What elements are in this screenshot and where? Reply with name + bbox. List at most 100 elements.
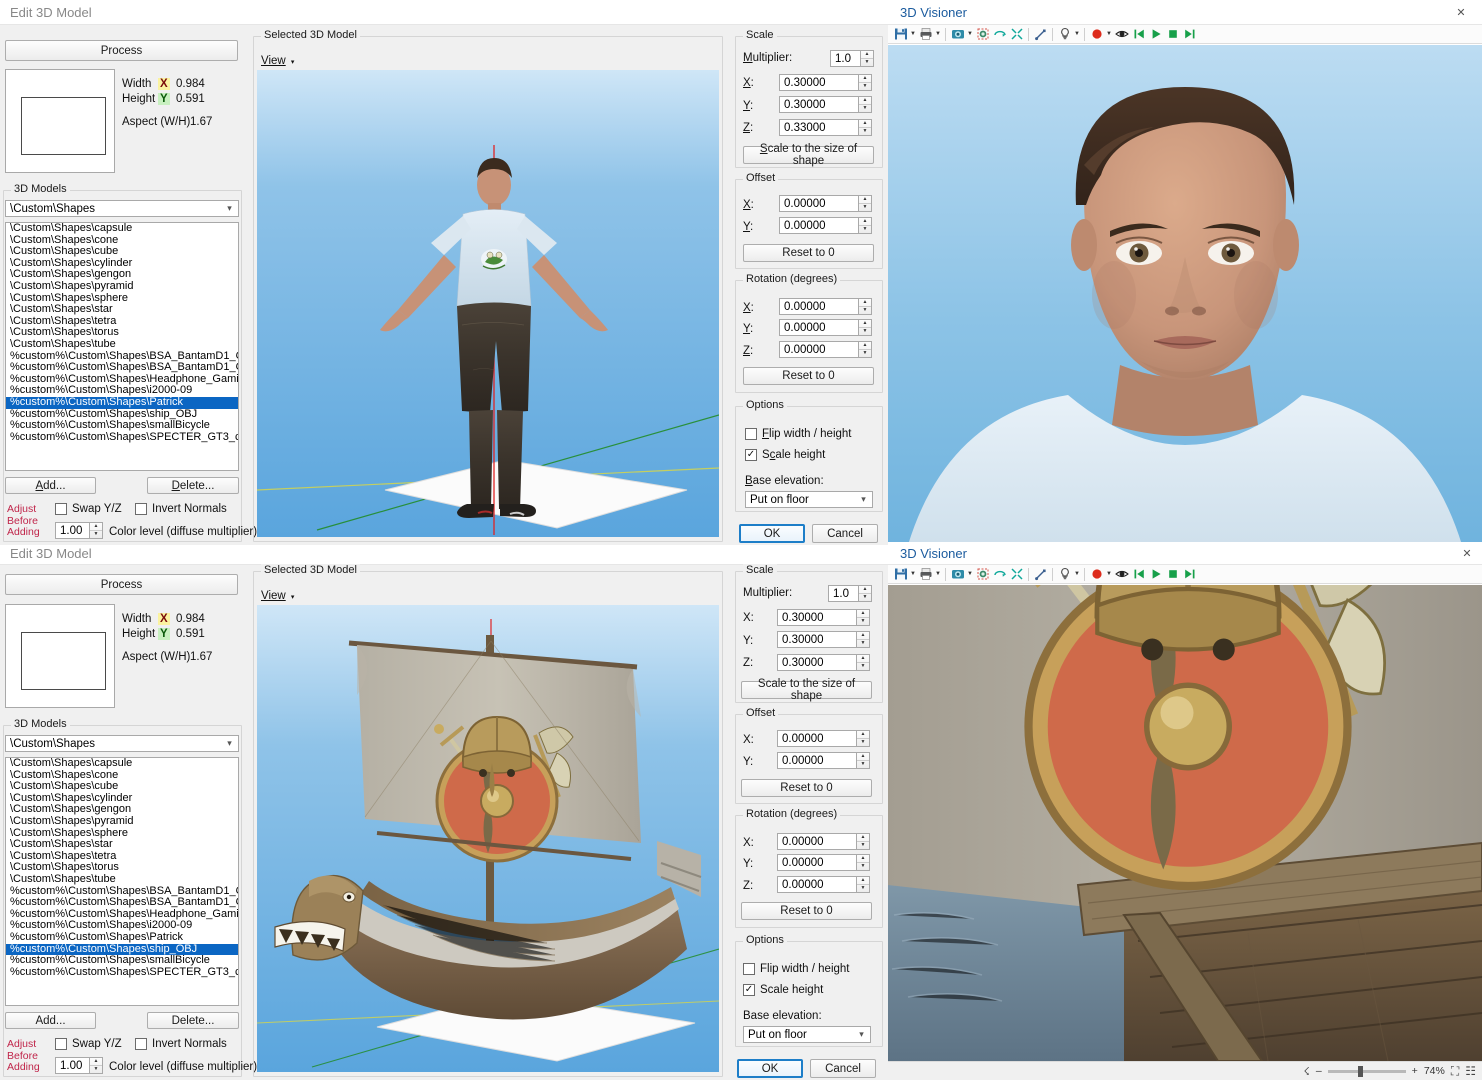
skip-end-icon[interactable] xyxy=(1181,26,1198,43)
process-button-bottom[interactable]: Process xyxy=(5,574,238,595)
scale-z-stepper-bottom[interactable]: ▲ ▼ xyxy=(857,654,870,671)
model-listbox-top[interactable]: \Custom\Shapes\capsule \Custom\Shapes\con… xyxy=(5,222,239,471)
stepper-up-icon[interactable]: ▲ xyxy=(859,342,871,350)
rot-z-input-bottom[interactable]: 0.00000 xyxy=(777,876,857,893)
stepper-up-icon[interactable]: ▲ xyxy=(857,834,869,842)
rot-x-input-bottom[interactable]: 0.00000 xyxy=(777,833,857,850)
scale-x-input-bottom[interactable]: 0.30000 xyxy=(777,609,857,626)
model-list-item[interactable]: %custom%\Custom\Shapes\Patrick xyxy=(6,396,238,409)
base-elevation-combo-top[interactable]: Put on floor ▾ xyxy=(745,491,873,508)
stepper-down-icon[interactable]: ▼ xyxy=(859,226,871,233)
zoom-out-button[interactable]: – xyxy=(1316,1065,1322,1077)
offset-x-stepper-bottom[interactable]: ▲ ▼ xyxy=(857,730,870,747)
invert-normals-checkbox-bottom[interactable]: Invert Normals xyxy=(135,1038,227,1050)
save-icon[interactable] xyxy=(892,26,909,43)
rot-z-stepper-bottom[interactable]: ▲ ▼ xyxy=(857,876,870,893)
swap-yz-checkbox-top[interactable]: Swap Y/Z xyxy=(55,503,122,515)
target-select-icon[interactable] xyxy=(974,26,991,43)
model-list-item[interactable]: %custom%\Custom\Shapes\smallBicycle xyxy=(6,954,238,967)
stepper-down-icon[interactable]: ▼ xyxy=(861,59,873,66)
rot-y-stepper-bottom[interactable]: ▲ ▼ xyxy=(857,854,870,871)
folder-combo-top[interactable]: \Custom\Shapes ▾ xyxy=(5,200,239,217)
stepper-down-icon[interactable]: ▼ xyxy=(90,531,102,538)
model-list-item[interactable]: %custom%\Custom\Shapes\SPECTER_GT3_chang… xyxy=(6,431,238,444)
stepper-up-icon[interactable]: ▲ xyxy=(859,586,871,594)
skip-start-icon[interactable] xyxy=(1130,26,1147,43)
dropdown-caret-icon[interactable]: ▼ xyxy=(966,26,974,43)
model-listbox-bottom[interactable]: \Custom\Shapes\capsule \Custom\Shapes\con… xyxy=(5,757,239,1006)
skip-end-icon[interactable] xyxy=(1181,566,1198,583)
skip-start-icon[interactable] xyxy=(1130,566,1147,583)
dropdown-caret-icon[interactable]: ▼ xyxy=(1073,26,1081,43)
model-list-item[interactable]: %custom%\Custom\Shapes\BSA_BantamD1_OBJ_… xyxy=(6,362,238,374)
flip-checkbox-bottom[interactable]: Flip width / height xyxy=(743,963,850,975)
add-model-button-top[interactable]: Add... xyxy=(5,477,96,494)
scale-y-input-bottom[interactable]: 0.30000 xyxy=(777,631,857,648)
zoom-in-button[interactable]: + xyxy=(1412,1065,1418,1077)
process-button-top[interactable]: Process xyxy=(5,40,238,61)
stepper-down-icon[interactable]: ▼ xyxy=(857,618,869,625)
stepper-up-icon[interactable]: ▲ xyxy=(859,218,871,226)
stepper-down-icon[interactable]: ▼ xyxy=(857,739,869,746)
stepper-up-icon[interactable]: ▲ xyxy=(857,655,869,663)
light-bulb-icon[interactable] xyxy=(1056,566,1073,583)
scale-height-checkbox-bottom[interactable]: ✓ Scale height xyxy=(743,984,823,996)
rot-y-stepper-top[interactable]: ▲ ▼ xyxy=(859,319,872,336)
dropdown-caret-icon[interactable]: ▼ xyxy=(909,566,917,583)
stepper-down-icon[interactable]: ▼ xyxy=(859,204,871,211)
dropdown-caret-icon[interactable]: ▼ xyxy=(1105,566,1113,583)
stepper-down-icon[interactable]: ▼ xyxy=(859,307,871,314)
eye-icon[interactable] xyxy=(1113,566,1130,583)
close-icon[interactable]: ✕ xyxy=(1456,542,1478,565)
eye-icon[interactable] xyxy=(1113,26,1130,43)
view-mode-icon[interactable]: ☇ xyxy=(1304,1065,1310,1078)
stepper-up-icon[interactable]: ▲ xyxy=(859,75,871,83)
cancel-button-bottom[interactable]: Cancel xyxy=(810,1059,876,1078)
stepper-down-icon[interactable]: ▼ xyxy=(859,105,871,112)
orbit-icon[interactable] xyxy=(991,26,1008,43)
model-list-item[interactable]: \Custom\Shapes\tube xyxy=(6,873,238,886)
flip-checkbox-top[interactable]: Flip width / height xyxy=(745,428,852,440)
offset-x-input-top[interactable]: 0.00000 xyxy=(779,195,859,212)
ok-button-bottom[interactable]: OK xyxy=(737,1059,803,1078)
multiplier-stepper-top[interactable]: ▲ ▼ xyxy=(861,50,874,67)
stepper-up-icon[interactable]: ▲ xyxy=(859,320,871,328)
stepper-down-icon[interactable]: ▼ xyxy=(857,842,869,849)
base-elevation-combo-bottom[interactable]: Put on floor ▾ xyxy=(743,1026,871,1043)
fit-width-icon[interactable]: ☷ xyxy=(1465,1064,1476,1078)
stepper-up-icon[interactable]: ▲ xyxy=(857,610,869,618)
scale-x-stepper-top[interactable]: ▲ ▼ xyxy=(859,74,872,91)
rot-y-input-top[interactable]: 0.00000 xyxy=(779,319,859,336)
multiplier-stepper-bottom[interactable]: ▲ ▼ xyxy=(859,585,872,602)
rotation-reset-button-bottom[interactable]: Reset to 0 xyxy=(741,902,872,920)
invert-normals-checkbox-top[interactable]: Invert Normals xyxy=(135,503,227,515)
ok-button-top[interactable]: OK xyxy=(739,524,805,543)
save-icon[interactable] xyxy=(892,566,909,583)
record-icon[interactable] xyxy=(1088,566,1105,583)
rot-x-input-top[interactable]: 0.00000 xyxy=(779,298,859,315)
dropdown-caret-icon[interactable]: ▼ xyxy=(909,26,917,43)
dropdown-caret-icon[interactable]: ▼ xyxy=(934,26,942,43)
scale-y-input-top[interactable]: 0.30000 xyxy=(779,96,859,113)
model-list-item[interactable]: %custom%\Custom\Shapes\BSA_BantamD1_OBJ_… xyxy=(6,897,238,909)
scale-z-input-top[interactable]: 0.33000 xyxy=(779,119,859,136)
delete-model-button-bottom[interactable]: Delete... xyxy=(147,1012,239,1029)
stepper-up-icon[interactable]: ▲ xyxy=(857,877,869,885)
color-level-input-top[interactable]: 1.00 xyxy=(55,522,90,539)
dropdown-caret-icon[interactable]: ▼ xyxy=(966,566,974,583)
color-level-stepper-bottom[interactable]: ▲ ▼ xyxy=(90,1057,103,1074)
print-icon[interactable] xyxy=(917,26,934,43)
multiplier-input-bottom[interactable]: 1.0 xyxy=(828,585,859,602)
delete-model-button-top[interactable]: Delete... xyxy=(147,477,239,494)
color-level-input-bottom[interactable]: 1.00 xyxy=(55,1057,90,1074)
dropdown-caret-icon[interactable]: ▼ xyxy=(1073,566,1081,583)
stepper-up-icon[interactable]: ▲ xyxy=(859,97,871,105)
rot-x-stepper-top[interactable]: ▲ ▼ xyxy=(859,298,872,315)
model-list-item[interactable]: \Custom\Shapes\pyramid xyxy=(6,280,238,293)
walk-mode-icon[interactable] xyxy=(1032,566,1049,583)
stepper-up-icon[interactable]: ▲ xyxy=(90,523,102,531)
model-list-item[interactable]: \Custom\Shapes\star xyxy=(6,839,238,851)
dropdown-caret-icon[interactable]: ▼ xyxy=(1105,26,1113,43)
stepper-up-icon[interactable]: ▲ xyxy=(857,632,869,640)
model-list-item[interactable]: \Custom\Shapes\star xyxy=(6,304,238,316)
